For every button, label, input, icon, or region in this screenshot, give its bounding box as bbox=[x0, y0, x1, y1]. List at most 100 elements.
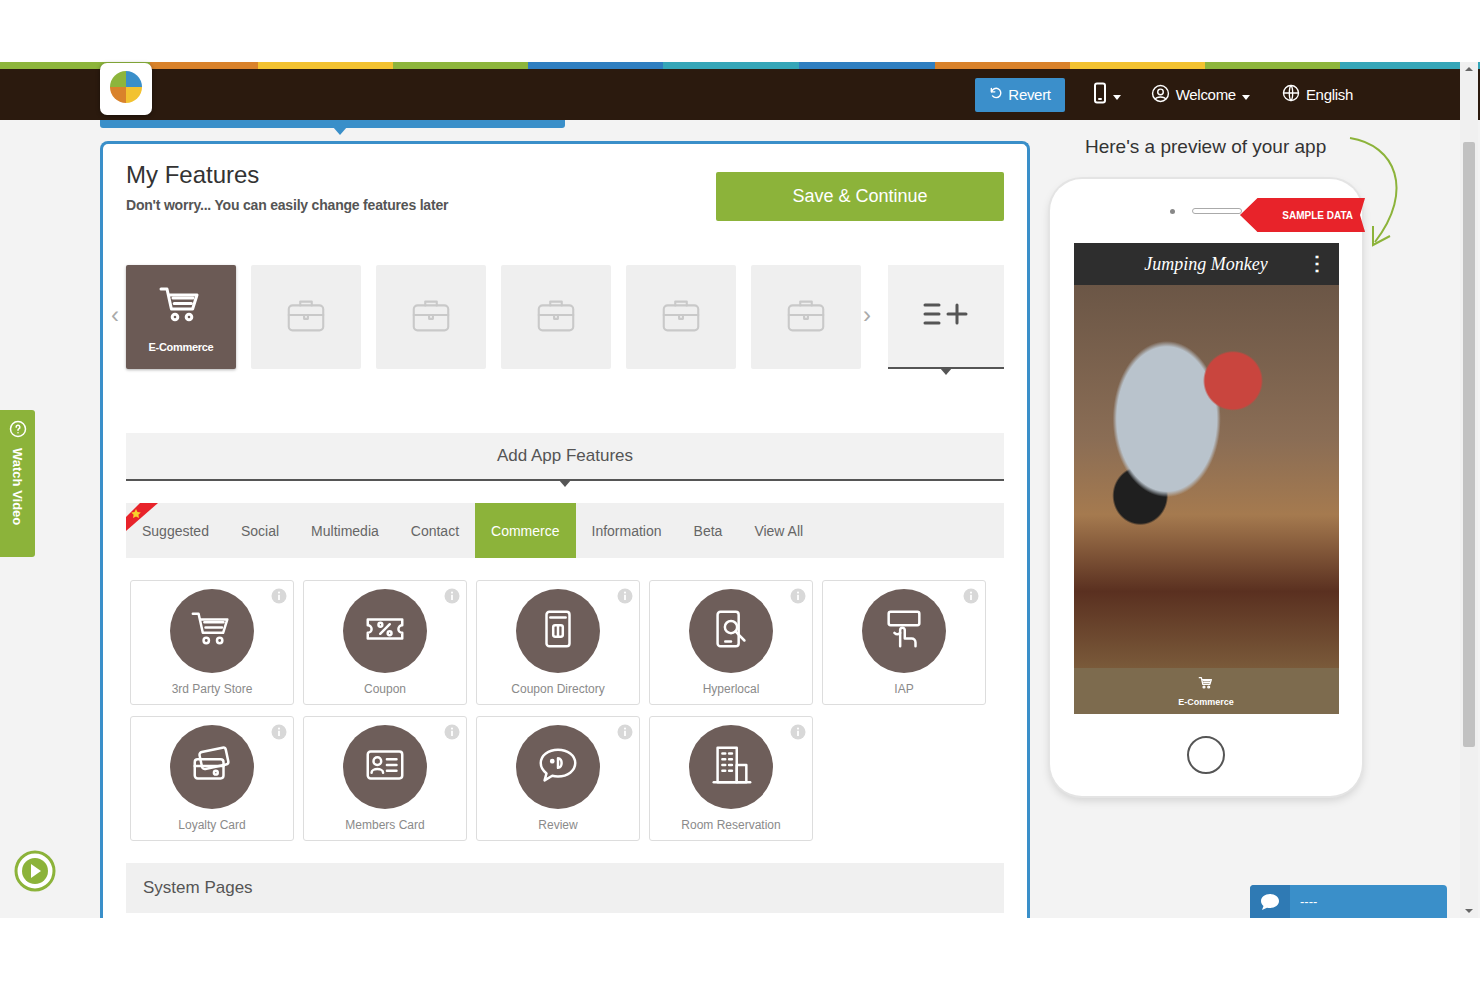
tab-label: Information bbox=[592, 523, 662, 539]
phone-screen: Jumping Monkey⋮ E-Commerce bbox=[1074, 243, 1339, 714]
info-icon[interactable] bbox=[444, 588, 460, 604]
info-icon[interactable] bbox=[790, 724, 806, 740]
feature-label: Members Card bbox=[345, 818, 424, 832]
tab-label: Suggested bbox=[142, 523, 209, 539]
chat-button[interactable]: ---- bbox=[1250, 885, 1447, 918]
phone-icon bbox=[1093, 82, 1107, 107]
logo[interactable] bbox=[100, 63, 152, 115]
scrollbar[interactable] bbox=[1460, 62, 1478, 918]
feature-circle bbox=[689, 725, 773, 809]
feature-label: 3rd Party Store bbox=[172, 682, 253, 696]
tab-label: View All bbox=[754, 523, 803, 539]
feature-label: Hyperlocal bbox=[703, 682, 760, 696]
info-icon[interactable] bbox=[617, 724, 633, 740]
feature-card[interactable]: Members Card bbox=[303, 716, 467, 841]
system-pages-bar[interactable]: System Pages bbox=[126, 863, 1004, 913]
tab-label: Multimedia bbox=[311, 523, 379, 539]
briefcase-icon bbox=[533, 292, 579, 342]
cart-icon bbox=[157, 281, 205, 333]
briefcase-icon bbox=[283, 292, 329, 342]
buy-icon bbox=[881, 606, 927, 656]
tab-label: Social bbox=[241, 523, 279, 539]
coupon-icon bbox=[362, 606, 408, 656]
info-icon[interactable] bbox=[444, 724, 460, 740]
add-features-bar: Add App Features bbox=[126, 433, 1004, 481]
speaker bbox=[1192, 208, 1242, 214]
preview-column: Here's a preview of your appJumping Monk… bbox=[1040, 120, 1480, 918]
category-tab[interactable]: View All bbox=[738, 503, 819, 558]
chat-icon bbox=[1250, 885, 1290, 918]
feature-label: Loyalty Card bbox=[178, 818, 245, 832]
play-icon[interactable] bbox=[14, 850, 56, 892]
feature-slot[interactable] bbox=[751, 265, 861, 369]
app-nav-item[interactable]: E-Commerce bbox=[1074, 668, 1339, 714]
scroll-thumb[interactable] bbox=[1463, 142, 1475, 747]
info-icon[interactable] bbox=[963, 588, 979, 604]
info-icon[interactable] bbox=[617, 588, 633, 604]
feature-card[interactable]: Room Reservation bbox=[649, 716, 813, 841]
feature-circle bbox=[689, 589, 773, 673]
watch-video-tab[interactable]: Watch Video bbox=[0, 410, 35, 557]
feature-card[interactable]: Loyalty Card bbox=[130, 716, 294, 841]
save-label: Save & Continue bbox=[792, 186, 927, 207]
user-icon bbox=[1151, 84, 1170, 106]
language-selector[interactable]: English bbox=[1282, 84, 1353, 105]
caret bbox=[940, 368, 952, 375]
feature-label: Room Reservation bbox=[681, 818, 780, 832]
info-icon[interactable] bbox=[790, 588, 806, 604]
feature-circle bbox=[343, 725, 427, 809]
feature-card[interactable]: IAP bbox=[822, 580, 986, 705]
save-button[interactable]: Save & Continue bbox=[716, 172, 1004, 221]
revert-button[interactable]: Revert bbox=[975, 78, 1064, 112]
feature-circle bbox=[343, 589, 427, 673]
caret-down-icon bbox=[1113, 86, 1121, 103]
prev-arrow[interactable]: ‹ bbox=[111, 303, 119, 327]
add-feature-button[interactable] bbox=[888, 265, 1004, 369]
feature-circle bbox=[862, 589, 946, 673]
badge-label: SAMPLE DATA bbox=[1282, 210, 1353, 221]
cart-icon bbox=[189, 606, 235, 656]
chat-bubble-icon bbox=[535, 742, 581, 792]
category-tab[interactable]: Multimedia bbox=[295, 503, 395, 558]
feature-card[interactable]: 3rd Party Store bbox=[130, 580, 294, 705]
tab-label: Contact bbox=[411, 523, 459, 539]
feature-slot[interactable] bbox=[626, 265, 736, 369]
user-menu[interactable]: Welcome bbox=[1151, 84, 1250, 106]
pie-logo-icon bbox=[107, 68, 145, 110]
chat-label: ---- bbox=[1300, 894, 1317, 909]
feature-card[interactable]: Coupon bbox=[303, 580, 467, 705]
app-bar: Jumping Monkey⋮ bbox=[1074, 243, 1339, 285]
feature-card[interactable]: Coupon Directory bbox=[476, 580, 640, 705]
undo-icon bbox=[989, 86, 1003, 103]
cart-icon bbox=[1198, 675, 1214, 695]
feature-slot[interactable] bbox=[251, 265, 361, 369]
editor-column: My FeaturesDon't worry... You can easily… bbox=[0, 120, 1040, 918]
briefcase-icon bbox=[783, 292, 829, 342]
category-tab[interactable]: Information bbox=[576, 503, 678, 558]
top-margin bbox=[0, 0, 1480, 62]
info-icon[interactable] bbox=[271, 724, 287, 740]
category-tab[interactable]: Contact bbox=[395, 503, 475, 558]
feature-label: Coupon bbox=[364, 682, 406, 696]
feature-slot[interactable]: E-Commerce bbox=[126, 265, 236, 369]
feature-card[interactable]: Hyperlocal bbox=[649, 580, 813, 705]
feature-slot[interactable] bbox=[376, 265, 486, 369]
panel-header: My FeaturesDon't worry... You can easily… bbox=[126, 144, 1004, 221]
next-arrow[interactable]: › bbox=[863, 303, 871, 327]
category-tab[interactable]: Commerce bbox=[475, 503, 575, 558]
features-panel: My FeaturesDon't worry... You can easily… bbox=[100, 141, 1030, 918]
list-plus-icon bbox=[923, 300, 969, 332]
tab-label: Commerce bbox=[491, 523, 559, 539]
info-icon[interactable] bbox=[271, 588, 287, 604]
feature-card[interactable]: Review bbox=[476, 716, 640, 841]
app-menu[interactable]: ⋮ bbox=[1307, 251, 1327, 275]
device-selector[interactable] bbox=[1093, 82, 1121, 107]
feature-label: IAP bbox=[894, 682, 913, 696]
category-tab[interactable]: Beta bbox=[678, 503, 739, 558]
nav-label: E-Commerce bbox=[1178, 697, 1234, 707]
home-area bbox=[1187, 714, 1225, 796]
add-features-title: Add App Features bbox=[497, 446, 633, 466]
building-icon bbox=[708, 742, 754, 792]
feature-slot[interactable] bbox=[501, 265, 611, 369]
category-tab[interactable]: Social bbox=[225, 503, 295, 558]
